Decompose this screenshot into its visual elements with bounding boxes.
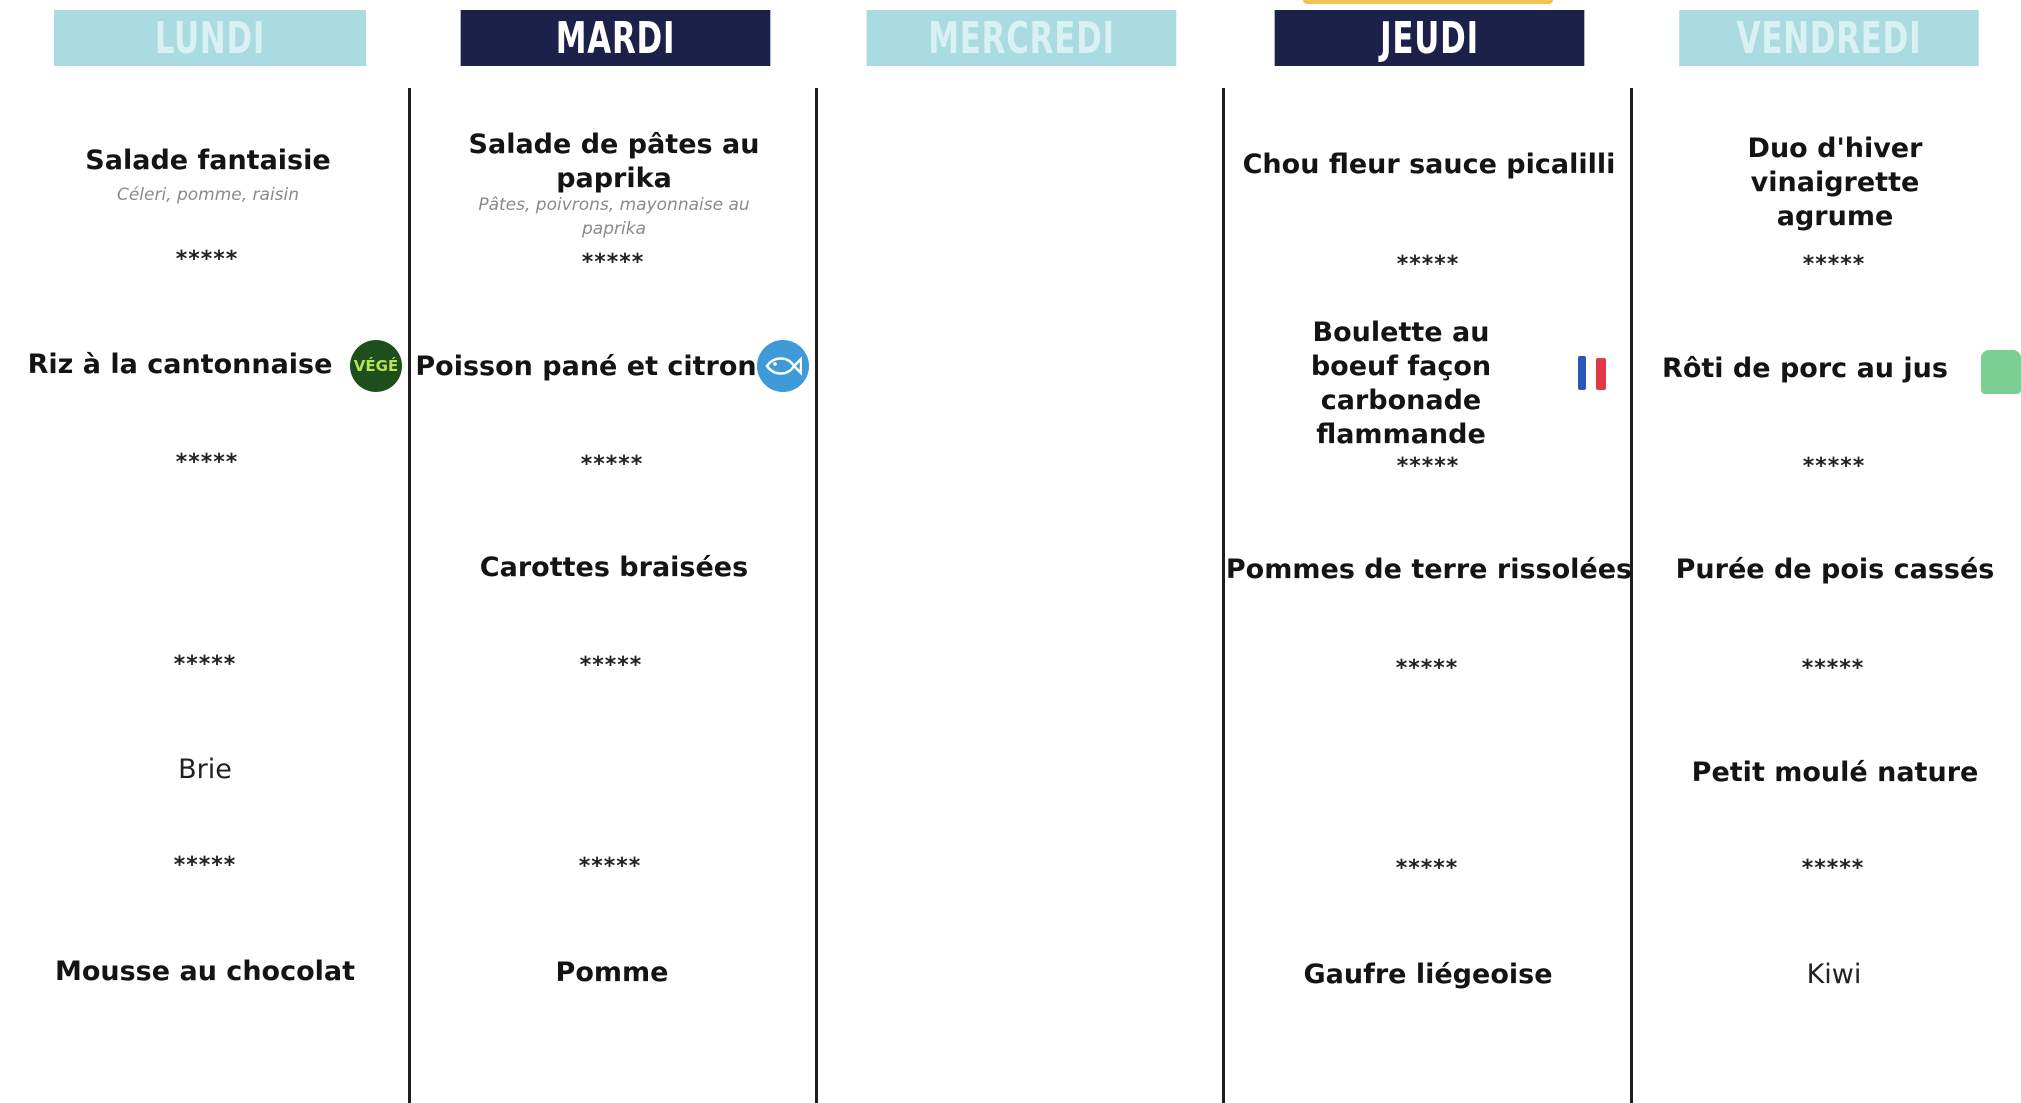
- top-accent: [1303, 0, 1553, 4]
- separator: *****: [1801, 656, 1865, 681]
- lundi-main: Riz à la cantonnaise: [27, 349, 333, 380]
- separator: *****: [173, 652, 237, 677]
- separator: *****: [1802, 454, 1866, 479]
- day-header-mardi: MARDI: [460, 10, 771, 66]
- day-header-mercredi: MERCREDI: [866, 10, 1177, 66]
- separator: *****: [579, 653, 643, 678]
- separator: *****: [578, 854, 642, 879]
- vendredi-main: Rôti de porc au jus: [1662, 353, 1948, 384]
- mardi-side: Carottes braisées: [479, 552, 749, 583]
- separator: *****: [175, 247, 239, 272]
- lundi-starter-ingredients: Céleri, pomme, raisin: [116, 185, 300, 205]
- vendredi-cheese: Petit moulé nature: [1691, 757, 1979, 788]
- column-divider: [815, 88, 818, 1103]
- mardi-dessert: Pomme: [555, 957, 669, 988]
- france-flag-icon: [1578, 356, 1606, 390]
- day-header-lundi: LUNDI: [54, 10, 366, 66]
- column-divider: [1222, 88, 1225, 1103]
- lundi-cheese: Brie: [178, 754, 232, 785]
- column-divider: [1630, 88, 1633, 1103]
- jeudi-starter: Chou fleur sauce picalilli: [1242, 149, 1616, 180]
- separator: *****: [581, 250, 645, 275]
- lundi-starter: Salade fantaisie: [85, 145, 331, 176]
- fish-icon: [757, 340, 809, 392]
- jeudi-side: Pommes de terre rissolées: [1225, 554, 1633, 585]
- day-header-jeudi: JEUDI: [1274, 10, 1585, 66]
- vendredi-starter: Duo d'hiver vinaigrette agrume: [1747, 133, 1923, 232]
- day-header-vendredi: VENDREDI: [1679, 10, 1979, 66]
- vendredi-side: Purée de pois cassés: [1675, 554, 1995, 585]
- lundi-dessert: Mousse au chocolat: [54, 956, 356, 987]
- separator: *****: [1395, 856, 1459, 881]
- vendredi-dessert: Kiwi: [1806, 959, 1862, 990]
- separator: *****: [173, 853, 237, 878]
- separator: *****: [580, 452, 644, 477]
- mardi-main: Poisson pané et citron: [415, 351, 757, 382]
- separator: *****: [1396, 454, 1460, 479]
- separator: *****: [1801, 856, 1865, 881]
- jeudi-dessert: Gaufre liégeoise: [1303, 959, 1553, 990]
- pork-label-icon: [1981, 350, 2021, 394]
- column-divider: [408, 88, 411, 1103]
- vege-badge-icon: VÉGÉ: [350, 340, 402, 392]
- separator: *****: [1802, 252, 1866, 277]
- separator: *****: [175, 450, 239, 475]
- mardi-starter: Salade de pâtes au paprika: [468, 129, 760, 194]
- separator: *****: [1396, 252, 1460, 277]
- separator: *****: [1395, 656, 1459, 681]
- jeudi-main: Boulette au boeuf façon carbonade flamma…: [1310, 317, 1492, 450]
- mardi-starter-ingredients: Pâtes, poivrons, mayonnaise au paprika: [478, 195, 750, 239]
